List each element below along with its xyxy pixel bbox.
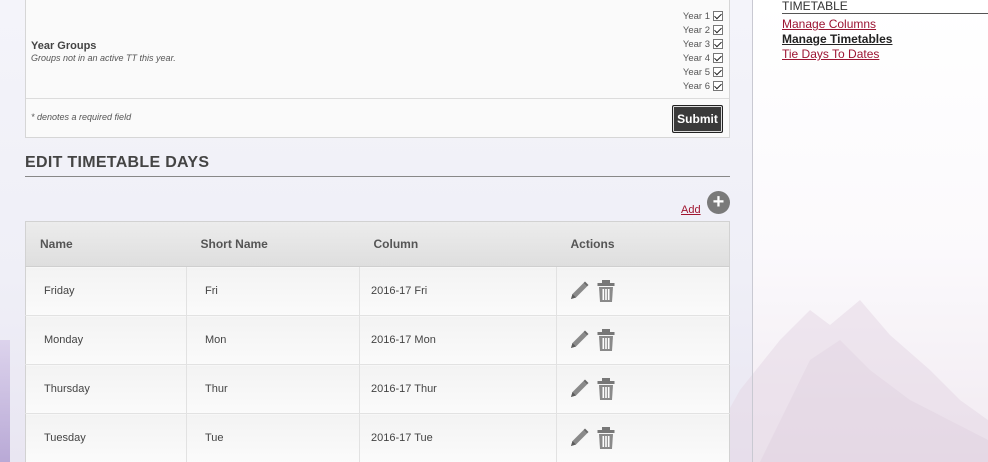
cell-name: Tuesday bbox=[25, 413, 187, 462]
trash-icon[interactable] bbox=[595, 328, 617, 352]
pencil-icon[interactable] bbox=[568, 328, 590, 352]
year-option-label: Year 4 bbox=[682, 52, 710, 64]
sidebar-link-manage-columns[interactable]: Manage Columns bbox=[782, 17, 876, 31]
table-row: Friday Fri 2016-17 Fri bbox=[25, 266, 730, 316]
year-checkbox[interactable] bbox=[713, 39, 723, 49]
year-option: Year 5 bbox=[663, 65, 723, 79]
cell-column: 2016-17 Thur bbox=[359, 364, 557, 414]
year-option: Year 6 bbox=[663, 79, 723, 93]
cell-name: Friday bbox=[25, 266, 187, 316]
year-option-label: Year 2 bbox=[682, 24, 710, 36]
cell-column: 2016-17 Mon bbox=[359, 315, 557, 365]
year-checkbox[interactable] bbox=[713, 67, 723, 77]
cell-name: Monday bbox=[25, 315, 187, 365]
sidebar-heading: TIMETABLE bbox=[782, 0, 988, 14]
year-checkbox-list: Year 1 Year 2 Year 3 Year 4 Year 5 Year … bbox=[663, 9, 723, 93]
year-groups-row: Year Groups Groups not in an active TT t… bbox=[26, 0, 729, 99]
cell-actions bbox=[556, 266, 730, 316]
column-header-short-name: Short Name bbox=[186, 221, 360, 267]
cell-short-name: Fri bbox=[186, 266, 360, 316]
year-checkbox[interactable] bbox=[713, 25, 723, 35]
section-divider bbox=[25, 176, 730, 177]
submit-button[interactable]: Submit bbox=[672, 105, 723, 133]
column-header-actions: Actions bbox=[556, 221, 730, 267]
year-groups-form: Year Groups Groups not in an active TT t… bbox=[25, 0, 730, 138]
year-checkbox[interactable] bbox=[713, 53, 723, 63]
cell-column: 2016-17 Tue bbox=[359, 413, 557, 462]
year-option: Year 1 bbox=[663, 9, 723, 23]
pencil-icon[interactable] bbox=[568, 426, 590, 450]
cell-actions bbox=[556, 315, 730, 365]
trash-icon[interactable] bbox=[595, 426, 617, 450]
year-groups-help: Groups not in an active TT this year. bbox=[31, 53, 176, 63]
sidebar-link-tie-days-to-dates[interactable]: Tie Days To Dates bbox=[782, 47, 879, 61]
cell-actions bbox=[556, 413, 730, 462]
pencil-icon[interactable] bbox=[568, 377, 590, 401]
year-option-label: Year 5 bbox=[682, 66, 710, 78]
plus-circle-icon[interactable]: + bbox=[707, 191, 730, 214]
year-option: Year 4 bbox=[663, 51, 723, 65]
cell-short-name: Tue bbox=[186, 413, 360, 462]
year-groups-label: Year Groups bbox=[31, 40, 97, 52]
sidebar-link-manage-timetables[interactable]: Manage Timetables bbox=[782, 32, 892, 46]
year-checkbox[interactable] bbox=[713, 81, 723, 91]
timetable-days-table: Name Short Name Column Actions Friday Fr… bbox=[25, 221, 730, 462]
column-header-column: Column bbox=[359, 221, 557, 267]
column-header-name: Name bbox=[25, 221, 187, 267]
trash-icon[interactable] bbox=[595, 279, 617, 303]
table-row: Thursday Thur 2016-17 Thur bbox=[25, 364, 730, 414]
cell-actions bbox=[556, 364, 730, 414]
trash-icon[interactable] bbox=[595, 377, 617, 401]
table-row: Tuesday Tue 2016-17 Tue bbox=[25, 413, 730, 462]
pencil-icon[interactable] bbox=[568, 279, 590, 303]
add-day-link[interactable]: Add bbox=[681, 204, 701, 216]
year-checkbox[interactable] bbox=[713, 11, 723, 21]
cell-short-name: Mon bbox=[186, 315, 360, 365]
year-option-label: Year 1 bbox=[682, 10, 710, 22]
section-title: EDIT TIMETABLE DAYS bbox=[25, 154, 210, 171]
main-content: Year Groups Groups not in an active TT t… bbox=[0, 0, 753, 462]
cell-column: 2016-17 Fri bbox=[359, 266, 557, 316]
table-header-row: Name Short Name Column Actions bbox=[25, 221, 730, 267]
year-option-label: Year 3 bbox=[682, 38, 710, 50]
year-option: Year 2 bbox=[663, 23, 723, 37]
table-row: Monday Mon 2016-17 Mon bbox=[25, 315, 730, 365]
cell-short-name: Thur bbox=[186, 364, 360, 414]
year-option: Year 3 bbox=[663, 37, 723, 51]
cell-name: Thursday bbox=[25, 364, 187, 414]
year-option-label: Year 6 bbox=[682, 80, 710, 92]
required-field-note: * denotes a required field bbox=[31, 112, 132, 122]
